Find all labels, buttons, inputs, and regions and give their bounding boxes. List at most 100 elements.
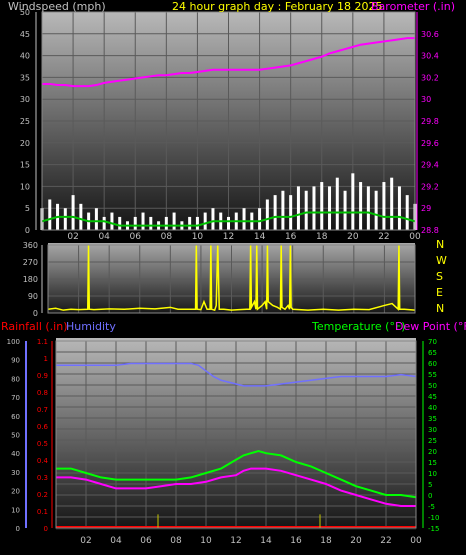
x-tick-label: 00 bbox=[409, 232, 421, 242]
x-tick-label: 04 bbox=[98, 232, 110, 242]
temp-tick-label: 55 bbox=[428, 371, 437, 379]
x-tick-label: 10 bbox=[200, 536, 212, 546]
x-tick-label: 16 bbox=[285, 232, 297, 242]
temp-tick-label: 35 bbox=[428, 415, 437, 423]
temp-tick-label: 45 bbox=[428, 393, 437, 401]
temp-tick-label: -10 bbox=[428, 514, 439, 522]
humidity-tick-label: 40 bbox=[11, 450, 20, 458]
baro-tick-label: 29.2 bbox=[421, 182, 439, 191]
dew-point-legend: Dew Point (°F) bbox=[395, 320, 466, 333]
rain-tick-label: 0.7 bbox=[37, 406, 48, 414]
humidity-tick-label: 80 bbox=[11, 375, 20, 383]
temperature-legend: Temperature (°F) bbox=[311, 320, 406, 333]
wind-tick-label: 20 bbox=[20, 139, 30, 148]
x-tick-label: 08 bbox=[161, 232, 173, 242]
rain-tick-label: 0.8 bbox=[37, 389, 48, 397]
humidity-legend: Humidity bbox=[66, 320, 116, 333]
wind-tick-label: 5 bbox=[25, 204, 30, 213]
humidity-tick-label: 70 bbox=[11, 394, 20, 402]
baro-tick-label: 30.4 bbox=[421, 52, 439, 61]
baro-tick-label: 30 bbox=[421, 95, 431, 104]
x-tick-label: 02 bbox=[67, 232, 78, 242]
humidity-tick-label: 60 bbox=[11, 413, 20, 421]
x-tick-label: 20 bbox=[347, 232, 359, 242]
x-tick-label: 04 bbox=[110, 536, 122, 546]
temp-tick-label: 70 bbox=[428, 338, 437, 346]
compass-label: E bbox=[436, 286, 443, 299]
dir-tick-label: 180 bbox=[23, 275, 38, 284]
x-tick-label: 22 bbox=[378, 232, 389, 242]
x-tick-label: 20 bbox=[350, 536, 362, 546]
temp-tick-label: 40 bbox=[428, 404, 437, 412]
dir-tick-label: 90 bbox=[28, 292, 38, 301]
temp-tick-label: 30 bbox=[428, 426, 437, 434]
compass-label: N bbox=[436, 238, 444, 251]
humidity-tick-label: 90 bbox=[11, 357, 20, 365]
rain-tick-label: 1.1 bbox=[37, 338, 48, 346]
temp-tick-label: 25 bbox=[428, 437, 437, 445]
rainfall-legend: Rainfall (.in) bbox=[1, 320, 68, 333]
baro-tick-label: 28.8 bbox=[421, 226, 439, 235]
temp-tick-label: 15 bbox=[428, 459, 437, 467]
x-tick-label: 12 bbox=[230, 536, 241, 546]
x-tick-label: 14 bbox=[254, 232, 266, 242]
x-tick-label: 18 bbox=[316, 232, 328, 242]
temp-tick-label: 20 bbox=[428, 448, 437, 456]
x-tick-label: 06 bbox=[140, 536, 152, 546]
temp-tick-label: 60 bbox=[428, 360, 437, 368]
rain-tick-label: 0.3 bbox=[37, 474, 48, 482]
temp-tick-label: -15 bbox=[428, 525, 439, 533]
humidity-tick-label: 100 bbox=[7, 338, 20, 346]
wind-tick-label: 25 bbox=[20, 117, 30, 126]
rain-tick-label: 0.4 bbox=[37, 457, 49, 465]
temp-tick-label: 5 bbox=[428, 481, 432, 489]
baro-tick-label: 29.6 bbox=[421, 139, 439, 148]
wind-tick-label: 0 bbox=[25, 226, 30, 235]
humidity-tick-label: 30 bbox=[11, 469, 20, 477]
chart-title: 24 hour graph day : February 18 2025 bbox=[172, 0, 383, 13]
compass-label: N bbox=[436, 302, 444, 315]
humidity-tick-label: 20 bbox=[11, 488, 20, 496]
humidity-tick-label: 50 bbox=[11, 432, 20, 440]
x-tick-label: 18 bbox=[320, 536, 332, 546]
dir-tick-label: 0 bbox=[33, 309, 38, 318]
temp-tick-label: 65 bbox=[428, 349, 437, 357]
wind-tick-label: 35 bbox=[20, 73, 30, 82]
rain-tick-label: 0.1 bbox=[37, 508, 48, 516]
rain-tick-label: 0.2 bbox=[37, 491, 48, 499]
x-tick-label: 22 bbox=[380, 536, 391, 546]
temp-tick-label: 10 bbox=[428, 470, 437, 478]
rain-tick-label: 1 bbox=[44, 355, 48, 363]
rain-tick-label: 0.5 bbox=[37, 440, 48, 448]
humidity-tick-label: 10 bbox=[11, 506, 20, 514]
x-tick-label: 00 bbox=[410, 536, 422, 546]
dir-tick-label: 270 bbox=[23, 258, 38, 267]
compass-label: W bbox=[436, 254, 447, 267]
wind-tick-label: 40 bbox=[20, 52, 30, 61]
baro-tick-label: 29.4 bbox=[421, 161, 439, 170]
wind-tick-label: 10 bbox=[20, 182, 30, 191]
x-tick-label: 10 bbox=[192, 232, 204, 242]
baro-tick-label: 29 bbox=[421, 204, 431, 213]
rain-tick-label: 0.6 bbox=[37, 423, 49, 431]
x-tick-label: 14 bbox=[260, 536, 272, 546]
dir-tick-label: 360 bbox=[23, 241, 38, 250]
rain-tick-label: 0 bbox=[44, 525, 48, 533]
compass-label: S bbox=[436, 270, 443, 283]
baro-tick-label: 29.8 bbox=[421, 117, 439, 126]
x-tick-label: 02 bbox=[80, 536, 91, 546]
wind-tick-label: 15 bbox=[20, 161, 30, 170]
humidity-tick-label: 0 bbox=[16, 525, 20, 533]
x-tick-label: 16 bbox=[290, 536, 302, 546]
baro-tick-label: 30.2 bbox=[421, 73, 439, 82]
wind-tick-label: 30 bbox=[20, 95, 30, 104]
baro-tick-label: 30.6 bbox=[421, 30, 439, 39]
x-tick-label: 06 bbox=[130, 232, 142, 242]
windspeed-legend: Windspeed (mph) bbox=[8, 0, 106, 13]
wind-tick-label: 45 bbox=[20, 30, 30, 39]
temp-tick-label: -5 bbox=[428, 503, 435, 511]
temp-tick-label: 0 bbox=[428, 492, 432, 500]
weather-graph: 02 04 06 08 10 12 14 16 18 20 22 000510152025303540… bbox=[1, 0, 466, 546]
x-tick-label: 08 bbox=[170, 536, 182, 546]
barometer-legend: Barometer (.in) bbox=[371, 0, 455, 13]
